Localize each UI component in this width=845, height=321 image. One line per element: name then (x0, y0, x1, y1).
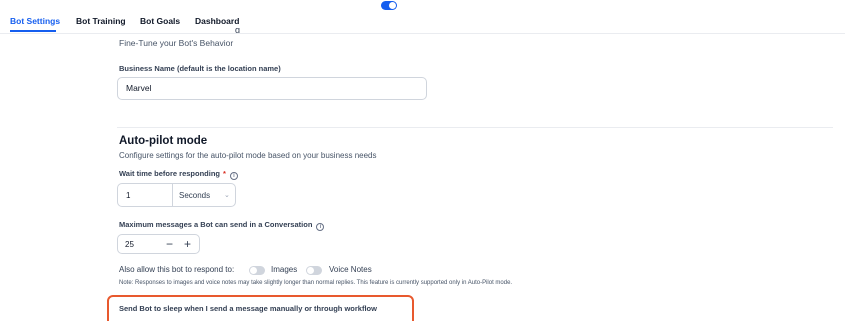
autopilot-description: Configure settings for the auto-pilot mo… (119, 151, 377, 160)
field-separator (172, 184, 173, 206)
wait-unit-select[interactable]: Seconds (179, 191, 210, 200)
scrolled-heading-remnant: g (235, 28, 241, 33)
tab-dashboard[interactable]: Dashboard (195, 16, 239, 26)
max-messages-stepper: 25 − + (117, 234, 200, 254)
info-icon[interactable]: i (229, 172, 238, 180)
wait-time-label: Wait time before responding * i (119, 169, 238, 180)
images-toggle[interactable] (249, 266, 265, 275)
max-messages-label: Maximum messages a Bot can send in a Con… (119, 220, 325, 231)
business-name-label: Business Name (default is the location n… (119, 64, 281, 73)
note-text: Note: Responses to images and voice note… (119, 280, 513, 286)
active-tab-indicator (10, 30, 56, 32)
wait-time-label-text: Wait time before responding (119, 169, 220, 178)
section-divider (117, 127, 833, 128)
voice-notes-toggle[interactable] (306, 266, 322, 275)
page-subtitle: Fine-Tune your Bot's Behavior (119, 38, 234, 48)
sleep-label: Send Bot to sleep when I send a message … (119, 304, 377, 313)
business-name-input[interactable]: Marvel (117, 77, 427, 100)
autopilot-title: Auto-pilot mode (119, 135, 208, 147)
max-messages-label-text: Maximum messages a Bot can send in a Con… (119, 220, 313, 229)
decrement-button[interactable]: − (166, 236, 173, 252)
info-icon[interactable]: i (316, 223, 325, 231)
wait-time-input[interactable]: 1 (126, 191, 130, 200)
wait-time-field: 1 Seconds ⌄ (117, 183, 236, 207)
increment-button[interactable]: + (184, 236, 191, 252)
tab-bot-goals[interactable]: Bot Goals (140, 16, 180, 26)
required-marker: * (222, 169, 226, 178)
also-respond-label: Also allow this bot to respond to: (119, 265, 235, 274)
tab-bot-training[interactable]: Bot Training (76, 16, 126, 26)
sleep-toggle[interactable] (381, 1, 397, 10)
tab-bot-settings[interactable]: Bot Settings (10, 16, 60, 26)
images-label: Images (271, 265, 298, 274)
max-messages-value[interactable]: 25 (125, 240, 134, 249)
chevron-down-icon[interactable]: ⌄ (224, 191, 230, 199)
voice-notes-label: Voice Notes (329, 265, 372, 274)
